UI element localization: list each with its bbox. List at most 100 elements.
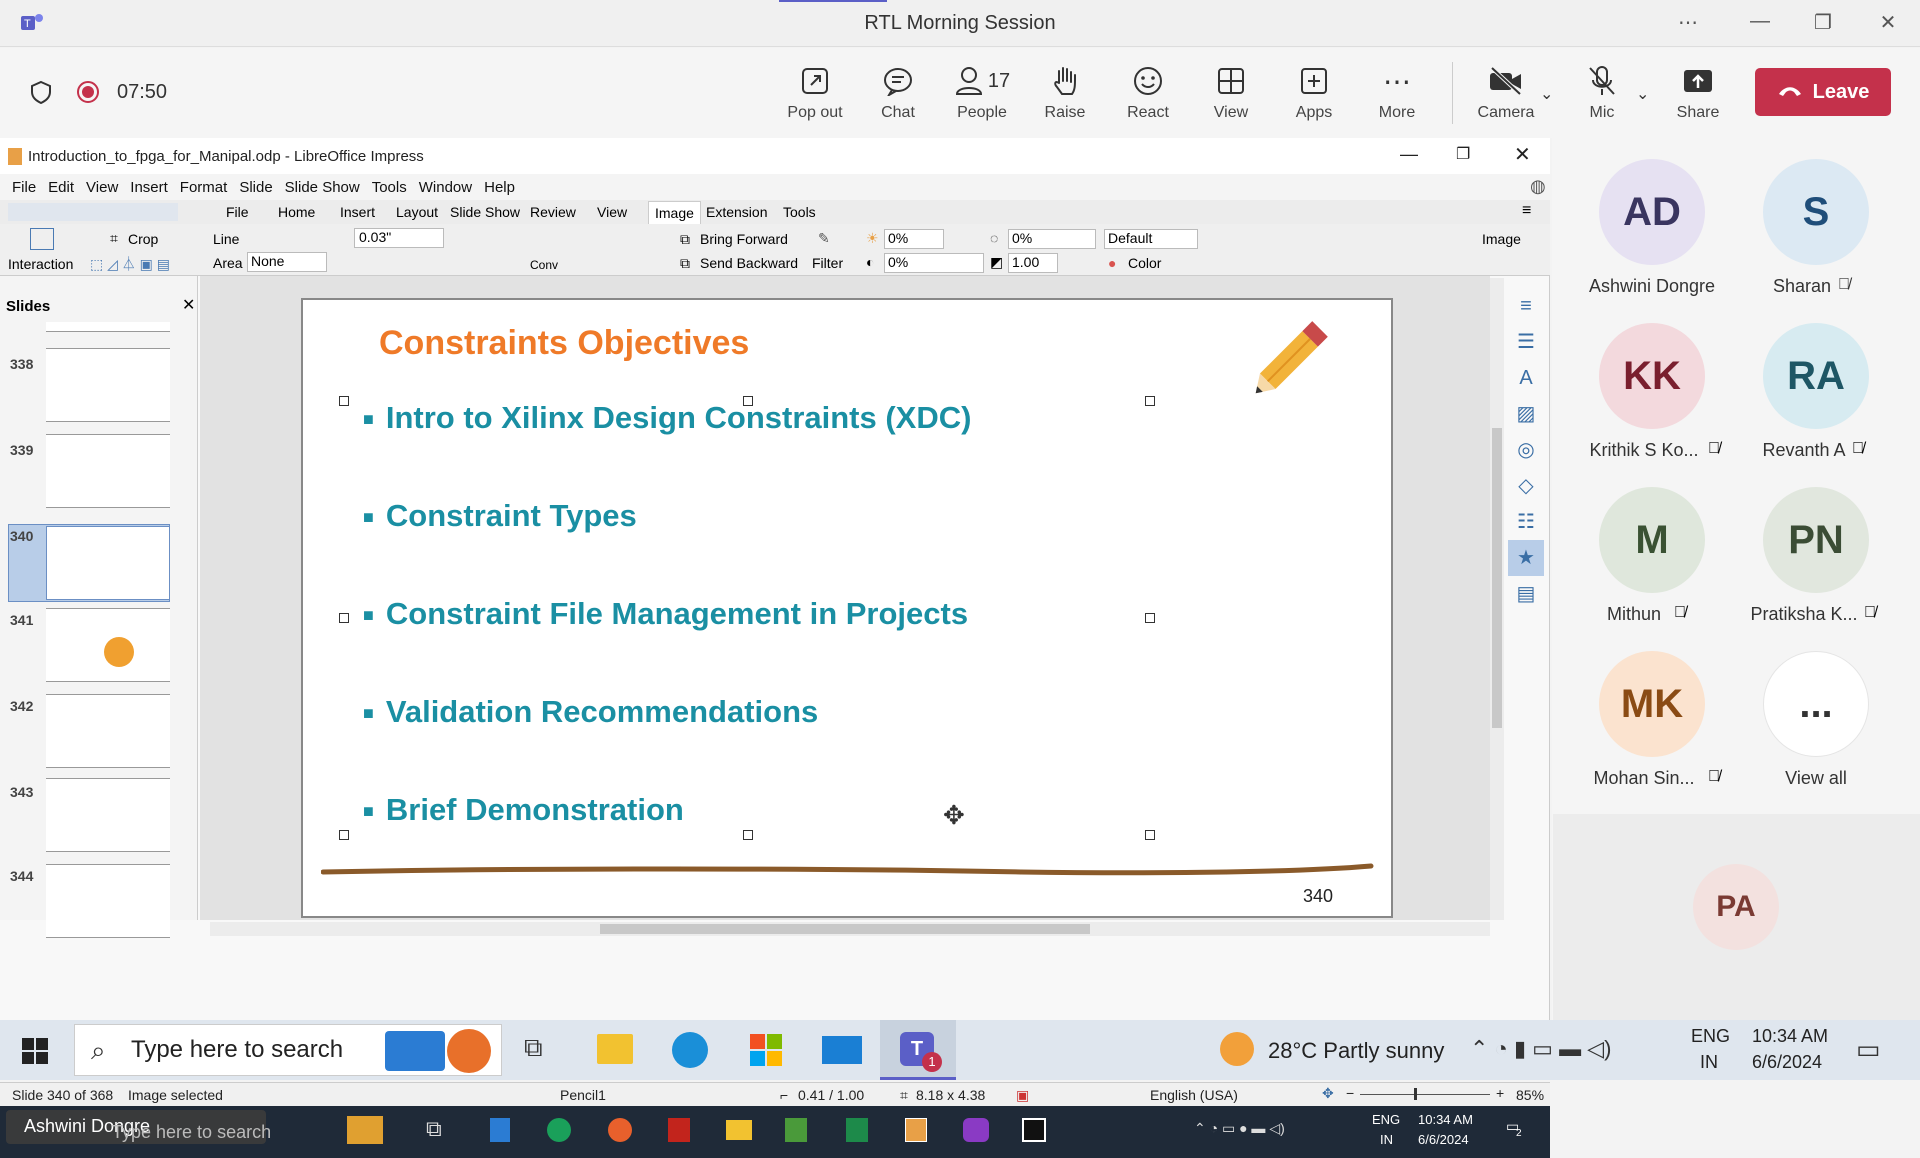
menu-slide-show[interactable]: Slide Show [285,179,360,196]
filter-button[interactable]: Filter [812,255,843,271]
slide-thumb-341[interactable] [46,608,170,682]
interaction-icon[interactable] [30,228,54,250]
tab-slide-show[interactable]: Slide Show [450,204,520,220]
view-button[interactable]: View [1191,62,1271,122]
menu-format[interactable]: Format [180,179,228,196]
tab-home[interactable]: Home [278,204,315,220]
shapes-icon[interactable]: ◇ [1508,468,1544,504]
bring-forward-button[interactable]: Bring Forward [700,231,788,247]
bullet-item[interactable]: ■ Constraint Types [363,498,637,534]
gamma-input[interactable]: 1.00 [1008,253,1058,273]
bullet-item[interactable]: ■ Validation Recommendations [363,694,818,730]
more-button[interactable]: ⋯ More [1357,62,1437,122]
view-all-label[interactable]: View all [1716,768,1916,789]
animation-icon[interactable]: ☷ [1508,504,1544,540]
mic-chevron-icon[interactable]: ⌄ [1636,84,1649,104]
scrollbar-thumb[interactable] [1492,428,1502,728]
clock-date[interactable]: 6/6/2024 [1752,1052,1822,1073]
slide-thumb-partial[interactable] [46,322,170,332]
bullet-item[interactable]: ■ Intro to Xilinx Design Constraints (XDC… [363,400,971,436]
menu-file[interactable]: File [12,179,36,196]
tab-layout[interactable]: Layout [396,204,438,220]
windows-start-icon[interactable] [22,1038,48,1069]
line-width-input[interactable]: 0.03" [354,228,444,248]
quick-access-toolbar[interactable] [8,203,178,221]
menu-help[interactable]: Help [484,179,515,196]
impress-minimize-icon[interactable]: — [1400,144,1418,165]
restore-icon[interactable]: ❐ [1803,10,1843,35]
zoom-out-icon[interactable]: − [1346,1085,1354,1101]
hamburger-icon[interactable]: ≡ [1522,202,1531,220]
view-all-button[interactable]: ... [1763,651,1869,757]
zoom-slider-thumb[interactable] [1414,1088,1417,1100]
slide-thumb-340[interactable] [46,526,170,600]
tab-review[interactable]: Review [530,204,576,220]
participant-avatar[interactable]: M [1599,487,1705,593]
tab-view[interactable]: View [597,204,627,220]
chat-button[interactable]: Chat [858,62,938,122]
popout-button[interactable]: Pop out [775,62,855,122]
leave-button[interactable]: Leave [1755,68,1891,116]
convert-label[interactable]: Conv [530,258,558,272]
input-lang[interactable]: ENG [1691,1026,1730,1047]
react-button[interactable]: React [1108,62,1188,122]
slide-title[interactable]: Constraints Objectives [379,324,749,363]
globe-icon[interactable]: ◍ [1530,176,1546,197]
participant-avatar[interactable]: S [1763,159,1869,265]
tab-insert[interactable]: Insert [340,204,375,220]
tab-tools[interactable]: Tools [783,204,816,220]
mic-button[interactable]: Mic [1562,62,1642,122]
zoom-in-icon[interactable]: + [1496,1085,1504,1101]
participant-avatar[interactable]: RA [1763,323,1869,429]
selection-handle[interactable] [1145,613,1155,623]
taskbar-search[interactable]: ⌕ Type here to search [74,1024,502,1076]
people-button[interactable]: 17 People [942,62,1022,122]
selection-handle[interactable] [1145,396,1155,406]
camera-chevron-icon[interactable]: ⌄ [1540,84,1553,104]
menu-edit[interactable]: Edit [48,179,74,196]
brightness-input[interactable]: 0% [884,229,944,249]
close-icon[interactable]: ✕ [1868,10,1908,35]
camera-button[interactable]: Camera [1466,62,1546,122]
tray-icons[interactable]: ⌃ ◔ ▮ ▭ ▬ ◁) [1470,1036,1611,1062]
slide-thumb-339[interactable] [46,434,170,508]
sidebar-menu-icon[interactable]: ≡ [1508,288,1544,324]
slide-thumb-342[interactable] [46,694,170,768]
status-language[interactable]: English (USA) [1150,1087,1238,1103]
selection-handle[interactable] [743,830,753,840]
apps-button[interactable]: Apps [1274,62,1354,122]
navigator-icon[interactable]: ◎ [1508,432,1544,468]
menu-window[interactable]: Window [419,179,472,196]
tab-file[interactable]: File [226,204,249,220]
image-tools-icons[interactable]: ⬚ ◿ ⏃ ▣ ▤ [90,254,170,274]
color-button[interactable]: Color [1128,255,1161,271]
selection-handle[interactable] [743,396,753,406]
impress-close-icon[interactable]: ✕ [1514,142,1531,167]
menu-insert[interactable]: Insert [130,179,168,196]
task-view-icon[interactable]: ⧉ [524,1032,543,1064]
slide-thumb-343[interactable] [46,778,170,852]
participant-avatar[interactable]: PN [1763,487,1869,593]
selection-handle[interactable] [339,613,349,623]
transparency-input[interactable]: 0% [1008,229,1096,249]
mail-icon[interactable] [822,1036,862,1064]
notification-center-icon[interactable]: ▭ [1856,1034,1881,1065]
image-mode-select[interactable]: Default [1104,229,1198,249]
slide-thumb-338[interactable] [46,348,170,422]
horizontal-scrollbar[interactable] [210,922,1490,936]
edge-icon[interactable] [672,1032,708,1068]
properties-icon[interactable]: ☰ [1508,324,1544,360]
tab-extension[interactable]: Extension [706,204,767,220]
selection-handle[interactable] [339,396,349,406]
line-style-select[interactable]: Line [213,231,239,247]
image-menu-button[interactable]: Image [1482,231,1521,247]
weather-text[interactable]: 28°C Partly sunny [1268,1038,1444,1064]
h-scrollbar-thumb[interactable] [600,924,1090,934]
store-icon[interactable] [748,1032,784,1073]
presenter-tile[interactable]: PA [1553,814,1920,1020]
bullet-item[interactable]: ■ Constraint File Management in Projects [363,596,968,632]
slides-panel-close-icon[interactable]: ✕ [182,295,195,315]
more-icon[interactable]: ⋯ [1668,10,1708,35]
vertical-scrollbar[interactable] [1490,278,1504,920]
fit-slide-icon[interactable]: ✥ [1322,1085,1334,1102]
